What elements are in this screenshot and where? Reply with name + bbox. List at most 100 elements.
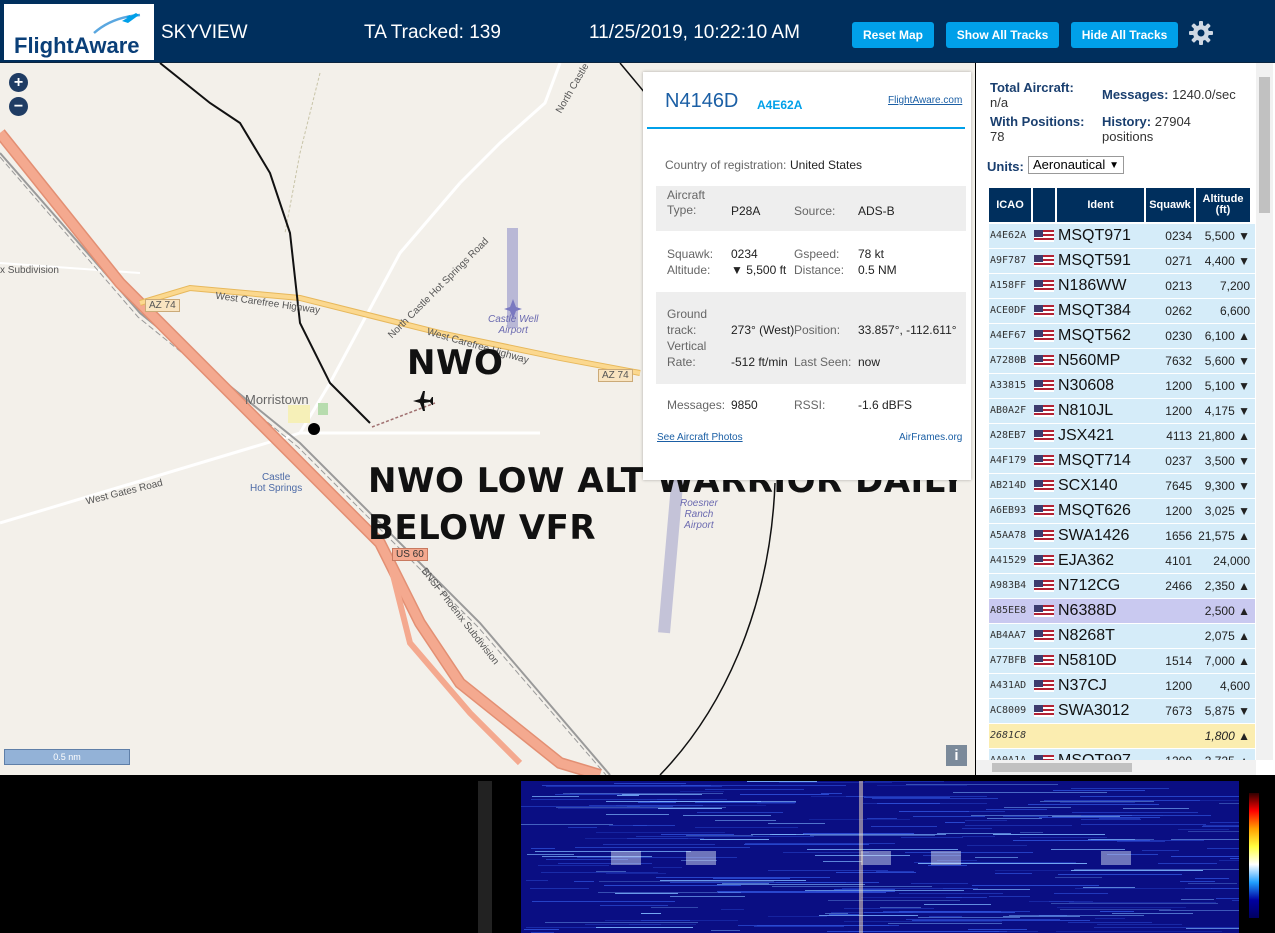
with-positions-stat: With Positions: 78 bbox=[990, 114, 1085, 144]
popup-divider bbox=[647, 127, 965, 129]
table-row[interactable]: A85EE8 N6388D 2,500 ▲ bbox=[989, 599, 1255, 624]
vertical-rate-value: -512 ft/min bbox=[731, 355, 788, 369]
row-squawk: 4101 bbox=[1165, 554, 1192, 568]
table-row[interactable]: A158FF N186WW 0213 7,200 bbox=[989, 274, 1255, 299]
total-aircraft-value: n/a bbox=[990, 95, 1009, 110]
last-seen-value: now bbox=[858, 355, 881, 369]
aircraft-marker-icon bbox=[413, 391, 433, 411]
with-positions-label: With Positions: bbox=[990, 114, 1085, 129]
map-label-subdivision: x Subdivision bbox=[0, 265, 59, 276]
col-altitude[interactable]: Altitude (ft) bbox=[1196, 188, 1250, 222]
row-ident: MSQT591 bbox=[1058, 252, 1131, 269]
airframes-link[interactable]: AirFrames.org bbox=[899, 432, 962, 443]
row-ident: EJA362 bbox=[1058, 552, 1115, 569]
popup-track-block: Ground track: 273° (West) Position: 33.8… bbox=[656, 292, 966, 384]
panel-divider[interactable] bbox=[478, 781, 492, 933]
table-row[interactable]: A7280B N560MP 7632 5,600 ▼ bbox=[989, 349, 1255, 374]
row-squawk: 0230 bbox=[1165, 329, 1192, 343]
messages-rate-value: 1240.0/sec bbox=[1172, 87, 1236, 102]
row-ident: N30608 bbox=[1058, 377, 1115, 394]
table-row[interactable]: AC8009 SWA3012 7673 5,875 ▼ bbox=[989, 699, 1255, 724]
annotation-nwo: NWO bbox=[407, 343, 504, 383]
units-value: Aeronautical bbox=[1033, 157, 1106, 172]
table-row[interactable]: A983B4 N712CG 2466 2,350 ▲ bbox=[989, 574, 1255, 599]
row-squawk: 1200 bbox=[1165, 679, 1192, 693]
table-row[interactable]: A4F179 MSQT714 0237 3,500 ▼ bbox=[989, 449, 1255, 474]
table-row[interactable]: A5AA78 SWA1426 1656 21,575 ▲ bbox=[989, 524, 1255, 549]
col-ident[interactable]: Ident bbox=[1057, 188, 1144, 222]
us-flag-icon bbox=[1034, 555, 1054, 567]
map-label-morristown: Morristown bbox=[245, 392, 309, 407]
col-flag[interactable] bbox=[1033, 188, 1055, 222]
row-ident: MSQT714 bbox=[1058, 452, 1131, 469]
gspeed-value: 78 kt bbox=[858, 247, 885, 261]
row-icao: A28EB7 bbox=[990, 430, 1027, 441]
table-row[interactable]: A4E62A MSQT971 0234 5,500 ▼ bbox=[989, 224, 1255, 249]
row-altitude: 7,000 ▲ bbox=[1204, 654, 1250, 668]
us-flag-icon bbox=[1034, 305, 1054, 317]
table-row[interactable]: AB214D SCX140 7645 9,300 ▼ bbox=[989, 474, 1255, 499]
show-all-tracks-button[interactable]: Show All Tracks bbox=[946, 22, 1059, 48]
table-row[interactable]: A77BFB N5810D 1514 7,000 ▲ bbox=[989, 649, 1255, 674]
row-icao: AC8009 bbox=[990, 705, 1027, 716]
us-flag-icon bbox=[1034, 605, 1054, 617]
annotation-line-2: BELOW VFR bbox=[368, 508, 597, 548]
row-icao: A158FF bbox=[990, 280, 1027, 291]
flightaware-logo[interactable]: FlightAware bbox=[4, 4, 154, 60]
table-row[interactable]: AB4AA7 N8268T 2,075 ▲ bbox=[989, 624, 1255, 649]
us-flag-icon bbox=[1034, 430, 1054, 442]
map-label-az74-east: AZ 74 bbox=[598, 369, 633, 382]
gear-icon[interactable] bbox=[1187, 19, 1215, 47]
us-flag-icon bbox=[1034, 230, 1054, 242]
row-altitude: 3,025 ▼ bbox=[1204, 504, 1250, 518]
map-label-roesner: Roesner Ranch Airport bbox=[680, 498, 718, 531]
flightaware-link[interactable]: FlightAware.com bbox=[888, 95, 962, 106]
row-ident: N712CG bbox=[1058, 577, 1121, 594]
us-flag-icon bbox=[1034, 405, 1054, 417]
row-squawk: 7645 bbox=[1165, 479, 1192, 493]
row-ident: JSX421 bbox=[1058, 427, 1115, 444]
logo-text: FlightAware bbox=[14, 33, 140, 58]
col-squawk[interactable]: Squawk bbox=[1146, 188, 1194, 222]
table-row[interactable]: A41529 EJA362 4101 24,000 bbox=[989, 549, 1255, 574]
horizontal-scrollbar[interactable] bbox=[976, 760, 1256, 775]
us-flag-icon bbox=[1034, 380, 1054, 392]
row-altitude: 24,000 bbox=[1213, 554, 1250, 568]
row-altitude: 4,400 ▼ bbox=[1204, 254, 1250, 268]
reset-map-button[interactable]: Reset Map bbox=[852, 22, 934, 48]
vertical-scrollbar[interactable] bbox=[1256, 63, 1273, 760]
table-row[interactable]: A33815 N30608 1200 5,100 ▼ bbox=[989, 374, 1255, 399]
table-row[interactable]: ACE0DF MSQT384 0262 6,600 bbox=[989, 299, 1255, 324]
altitude-value: ▼ 5,500 ft bbox=[731, 263, 787, 277]
row-squawk: 0271 bbox=[1165, 254, 1192, 268]
col-icao[interactable]: ICAO bbox=[989, 188, 1031, 222]
row-altitude: 5,875 ▼ bbox=[1204, 704, 1250, 718]
row-squawk: 4113 bbox=[1166, 429, 1192, 443]
zoom-in-button[interactable]: + bbox=[9, 73, 28, 92]
row-icao: A7280B bbox=[990, 355, 1027, 366]
aircraft-photos-link[interactable]: See Aircraft Photos bbox=[657, 432, 743, 443]
row-altitude: 1,800 ▲ bbox=[1204, 729, 1250, 743]
map-info-button[interactable]: i bbox=[946, 745, 967, 766]
table-row[interactable]: A9F787 MSQT591 0271 4,400 ▼ bbox=[989, 249, 1255, 274]
row-altitude: 2,350 ▲ bbox=[1204, 579, 1250, 593]
table-row[interactable]: A431AD N37CJ 1200 4,600 bbox=[989, 674, 1255, 699]
table-row[interactable]: A6EB93 MSQT626 1200 3,025 ▼ bbox=[989, 499, 1255, 524]
table-row[interactable]: AB0A2F N810JL 1200 4,175 ▼ bbox=[989, 399, 1255, 424]
row-altitude: 6,600 bbox=[1219, 304, 1250, 318]
aircraft-type-label: Aircraft Type: bbox=[667, 188, 706, 217]
total-aircraft-label: Total Aircraft: bbox=[990, 80, 1074, 95]
altitude-label: Altitude: bbox=[667, 263, 711, 277]
row-squawk: 0262 bbox=[1165, 304, 1192, 318]
us-flag-icon bbox=[1034, 680, 1054, 692]
hide-all-tracks-button[interactable]: Hide All Tracks bbox=[1071, 22, 1178, 48]
row-squawk: 7673 bbox=[1165, 704, 1192, 718]
table-row[interactable]: A28EB7 JSX421 4113 21,800 ▲ bbox=[989, 424, 1255, 449]
units-select[interactable]: Aeronautical ▼ bbox=[1028, 156, 1124, 174]
table-row[interactable]: 2681C8 1,800 ▲ bbox=[989, 724, 1255, 749]
table-row[interactable]: A4EF67 MSQT562 0230 6,100 ▲ bbox=[989, 324, 1255, 349]
zoom-out-button[interactable]: − bbox=[9, 97, 28, 116]
row-icao: A77BFB bbox=[990, 655, 1027, 666]
history-stat: History: 27904 positions bbox=[1102, 114, 1191, 144]
row-squawk: 0234 bbox=[1165, 229, 1192, 243]
